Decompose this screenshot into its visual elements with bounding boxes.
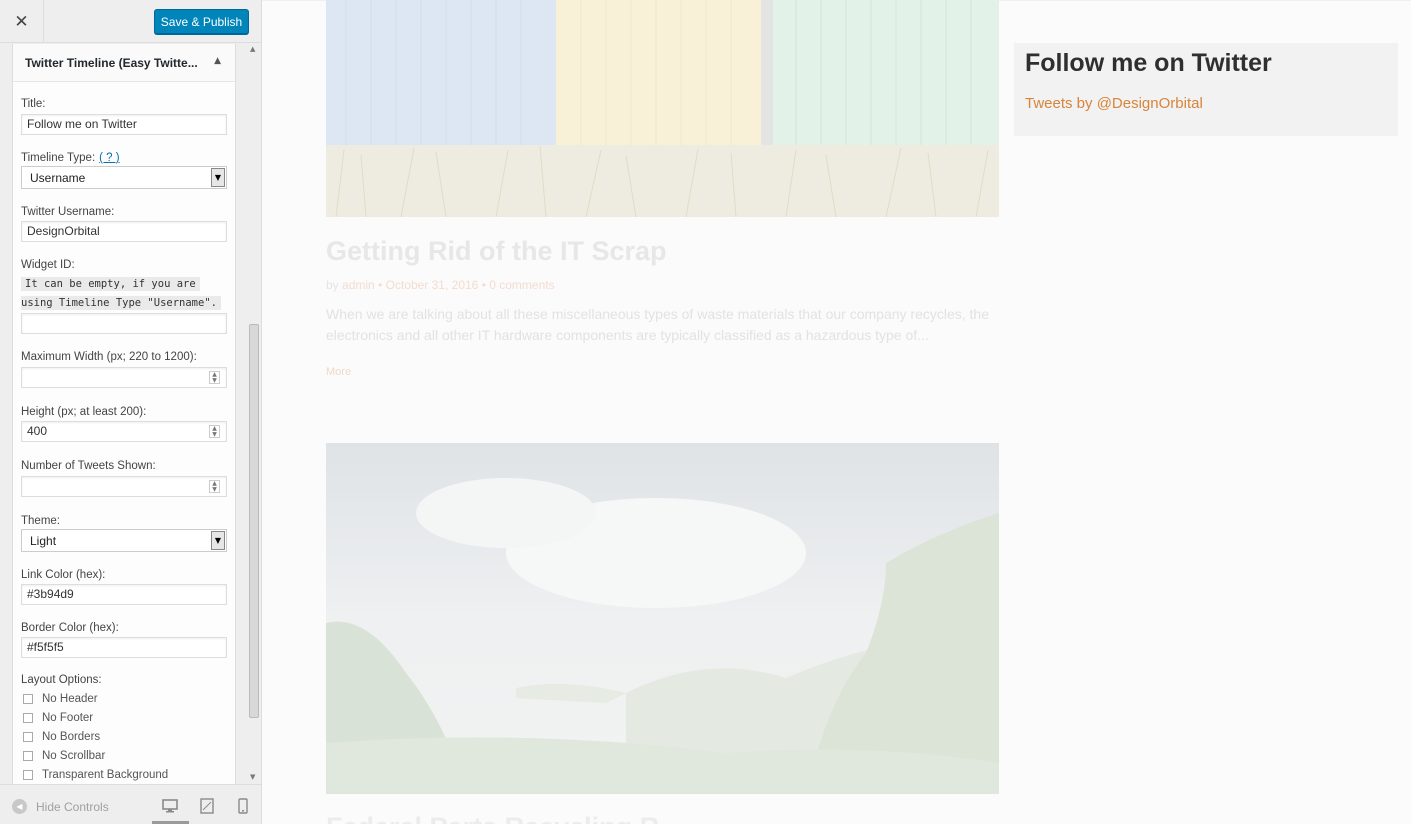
- widget-heading: Follow me on Twitter: [1025, 49, 1272, 77]
- checkbox[interactable]: [23, 694, 33, 704]
- layout-option-transparent-background[interactable]: Transparent Background: [23, 769, 168, 781]
- meta-date[interactable]: October 31, 2016: [386, 278, 479, 292]
- post-excerpt: When we are talking about all these misc…: [326, 306, 989, 343]
- link-color-input[interactable]: #3b94d9: [21, 584, 227, 605]
- height-value: 400: [27, 424, 48, 438]
- sidebar-twitter-widget: Follow me on Twitter Tweets by @DesignOr…: [1014, 43, 1398, 136]
- checkbox-label: Transparent Background: [42, 769, 169, 781]
- checkbox-label: No Borders: [42, 731, 101, 743]
- checkbox[interactable]: [23, 770, 33, 780]
- next-post-title[interactable]: Federal Parts Recycling R...: [326, 812, 682, 824]
- checkbox-label: No Footer: [42, 712, 94, 724]
- checkbox[interactable]: [23, 751, 33, 761]
- timeline-type-help-link[interactable]: ( ? ): [99, 152, 119, 164]
- timeline-type-label-text: Timeline Type:: [21, 152, 96, 164]
- save-publish-button[interactable]: Save & Publish: [154, 9, 249, 34]
- meta-author[interactable]: admin: [342, 278, 375, 292]
- widget-id-hint-line2: using Timeline Type "Username".: [21, 296, 221, 310]
- tablet-icon[interactable]: [198, 797, 216, 815]
- close-icon: ✕: [14, 11, 29, 32]
- theme-label: Theme:: [21, 515, 60, 527]
- spinner-icon[interactable]: ▲ ▼: [209, 480, 220, 493]
- scroll-thumb[interactable]: [249, 324, 259, 718]
- meta-comments[interactable]: 0 comments: [489, 278, 554, 292]
- close-button[interactable]: ✕: [0, 0, 44, 43]
- timeline-type-label: Timeline Type:( ? ): [21, 152, 120, 164]
- username-input[interactable]: DesignOrbital: [21, 221, 227, 242]
- max-width-label: Maximum Width (px; 220 to 1200):: [21, 351, 197, 363]
- checkbox[interactable]: [23, 713, 33, 723]
- panel-header: ✕ Save & Publish: [0, 0, 261, 43]
- timeline-type-select[interactable]: Username ▼: [21, 166, 227, 189]
- link-color-label: Link Color (hex):: [21, 569, 106, 581]
- checkbox[interactable]: [23, 732, 33, 742]
- tweets-input[interactable]: ▲ ▼: [21, 476, 227, 497]
- checkbox-label: No Header: [42, 693, 98, 705]
- title-input[interactable]: Follow me on Twitter: [21, 114, 227, 135]
- widget-title-bar[interactable]: Twitter Timeline (Easy Twitte... ▲: [13, 44, 235, 82]
- chevron-down-icon[interactable]: ▼: [211, 531, 225, 550]
- timeline-type-value: Username: [30, 171, 86, 185]
- panel-scrollbar[interactable]: ▲ ▼: [247, 44, 261, 784]
- border-color-input[interactable]: #f5f5f5: [21, 637, 227, 658]
- spinner-icon[interactable]: ▲ ▼: [209, 425, 220, 438]
- widget-title: Twitter Timeline (Easy Twitte...: [25, 56, 198, 70]
- site-preview: Getting Rid of the IT Scrap by admin • O…: [262, 0, 1411, 824]
- spinner-icon[interactable]: ▲ ▼: [209, 371, 220, 384]
- meta-by: by: [326, 278, 339, 292]
- scroll-up-icon[interactable]: ▲: [250, 45, 255, 53]
- meta-separator: •: [378, 278, 383, 292]
- checkbox-label: No Scrollbar: [42, 750, 106, 762]
- read-more-link[interactable]: More: [326, 366, 351, 378]
- collapse-arrow-icon: ◀: [12, 799, 27, 814]
- theme-select[interactable]: Light ▼: [21, 529, 227, 552]
- twitter-timeline-link[interactable]: Tweets by @DesignOrbital: [1025, 95, 1203, 112]
- widget-id-label: Widget ID:: [21, 259, 75, 271]
- scroll-down-icon[interactable]: ▼: [250, 773, 255, 781]
- post-meta: by admin • October 31, 2016 • 0 comments: [326, 278, 555, 292]
- post-featured-image-containers[interactable]: [326, 0, 999, 217]
- hide-controls-label: Hide Controls: [36, 799, 109, 814]
- post-featured-image-landscape[interactable]: [326, 443, 999, 794]
- tweets-label: Number of Tweets Shown:: [21, 460, 156, 472]
- theme-value: Light: [30, 534, 57, 548]
- widget-id-hint-line1: It can be empty, if you are: [21, 277, 200, 291]
- height-input[interactable]: 400 ▲ ▼: [21, 421, 227, 442]
- widget-section: Twitter Timeline (Easy Twitte... ▲ Title…: [12, 44, 236, 784]
- username-label: Twitter Username:: [21, 206, 115, 218]
- customizer-panel: ✕ Save & Publish Twitter Timeline (Easy …: [0, 0, 262, 824]
- layout-option-no-footer[interactable]: No Footer: [23, 712, 93, 724]
- title-label: Title:: [21, 98, 46, 110]
- desktop-icon[interactable]: [161, 797, 179, 815]
- layout-options-label: Layout Options:: [21, 674, 102, 686]
- widget-id-input[interactable]: [21, 313, 227, 334]
- triangle-up-icon[interactable]: ▲: [214, 56, 221, 66]
- meta-separator: •: [481, 278, 486, 292]
- layout-option-no-borders[interactable]: No Borders: [23, 731, 100, 743]
- border-color-label: Border Color (hex):: [21, 622, 119, 634]
- post-title[interactable]: Getting Rid of the IT Scrap: [326, 236, 667, 267]
- hide-controls-button[interactable]: ◀ Hide Controls: [12, 799, 109, 814]
- mobile-icon[interactable]: [234, 797, 252, 815]
- height-label: Height (px; at least 200):: [21, 406, 147, 418]
- layout-option-no-header[interactable]: No Header: [23, 693, 98, 705]
- layout-option-no-scrollbar[interactable]: No Scrollbar: [23, 750, 105, 762]
- chevron-down-icon[interactable]: ▼: [211, 168, 225, 187]
- max-width-input[interactable]: ▲ ▼: [21, 367, 227, 388]
- panel-footer: ◀ Hide Controls: [0, 784, 261, 824]
